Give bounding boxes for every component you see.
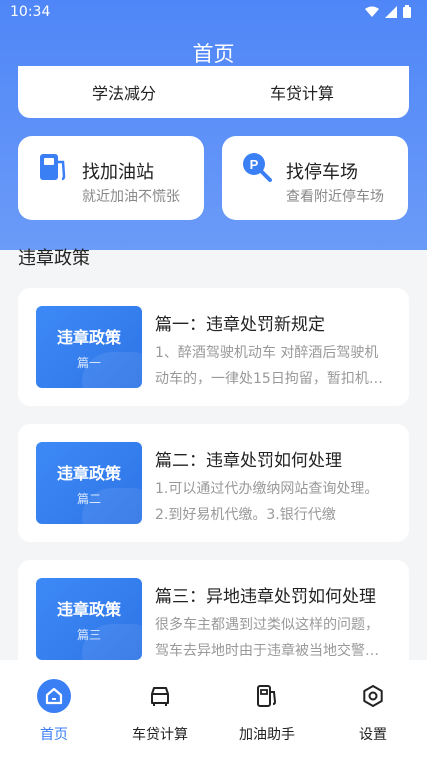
article-card[interactable]: 违章政策 篇一 篇一：违章处罚新规定 1、醉酒驾驶机动车 对醉酒后驾驶机动车的，…	[18, 288, 409, 406]
car-icon	[151, 687, 169, 706]
bottom-tab-bar: 首页 车贷计算 加油助手 设置	[0, 660, 427, 759]
tab-label: 首页	[40, 727, 68, 743]
signal-icon	[385, 5, 397, 18]
thumbnail-title: 违章政策	[56, 600, 121, 619]
article-thumbnail: 违章政策 篇一	[36, 306, 142, 388]
home-icon	[37, 679, 71, 713]
feature-title: 找停车场	[286, 162, 358, 183]
page-title: 首页	[192, 42, 235, 66]
tab-label: 加油助手	[239, 727, 295, 743]
section-title: 违章政策	[18, 248, 90, 269]
thumbnail-title: 违章政策	[56, 328, 121, 347]
article-title: 篇二：违章处罚如何处理	[155, 451, 342, 471]
article-title: 篇三：异地违章处罚如何处理	[155, 587, 376, 607]
quick-card: 学法减分 车贷计算	[18, 66, 409, 118]
thumbnail-subtitle: 篇二	[76, 492, 101, 506]
thumbnail-subtitle: 篇一	[76, 356, 101, 370]
quick-item-loan[interactable]: 车贷计算	[270, 80, 334, 104]
parking-search-icon: P	[243, 153, 272, 182]
tab-label: 车贷计算	[132, 727, 188, 743]
find-gas-station-card[interactable]: 找加油站 就近加油不慌张	[18, 136, 204, 220]
tab-settings[interactable]: 设置	[323, 678, 423, 744]
feature-subtitle: 就近加油不慌张	[82, 189, 180, 205]
tab-fuel-assistant[interactable]: 加油助手	[217, 678, 317, 744]
quick-item-score[interactable]: 学法减分	[92, 80, 156, 104]
article-thumbnail: 违章政策 篇二	[36, 442, 142, 524]
thumbnail-title: 违章政策	[56, 464, 121, 483]
tab-home[interactable]: 首页	[4, 678, 104, 744]
status-time: 10:34	[10, 4, 51, 20]
svg-text:P: P	[250, 157, 259, 172]
article-desc: 1、醉酒驾驶机动车 对醉酒后驾驶机动车的，一律处15日拘留，暂扣机动车驾驶证	[155, 345, 383, 387]
article-desc: 1.可以通过代办缴纳网站查询处理。2.到好易机代缴。3.银行代缴	[155, 481, 379, 523]
gas-station-icon	[40, 154, 66, 181]
article-desc: 很多车主都遇到过类似这样的问题，驾车去异地时由于违章被当地交警处罚	[155, 617, 379, 659]
wifi-icon	[365, 6, 379, 17]
find-parking-card[interactable]: P 找停车场 查看附近停车场	[222, 136, 408, 220]
tab-car-loan[interactable]: 车贷计算	[110, 678, 210, 744]
tab-label: 设置	[359, 727, 387, 743]
thumbnail-subtitle: 篇三	[76, 628, 101, 642]
status-bar: 10:34	[0, 0, 427, 26]
article-thumbnail: 违章政策 篇三	[36, 578, 142, 660]
feature-title: 找加油站	[82, 162, 154, 183]
article-title: 篇一：违章处罚新规定	[155, 315, 325, 335]
fuel-icon	[257, 685, 277, 707]
feature-subtitle: 查看附近停车场	[286, 189, 384, 205]
article-card[interactable]: 违章政策 篇二 篇二：违章处罚如何处理 1.可以通过代办缴纳网站查询处理。2.到…	[18, 424, 409, 542]
battery-icon	[403, 5, 411, 18]
gear-icon	[363, 685, 383, 707]
